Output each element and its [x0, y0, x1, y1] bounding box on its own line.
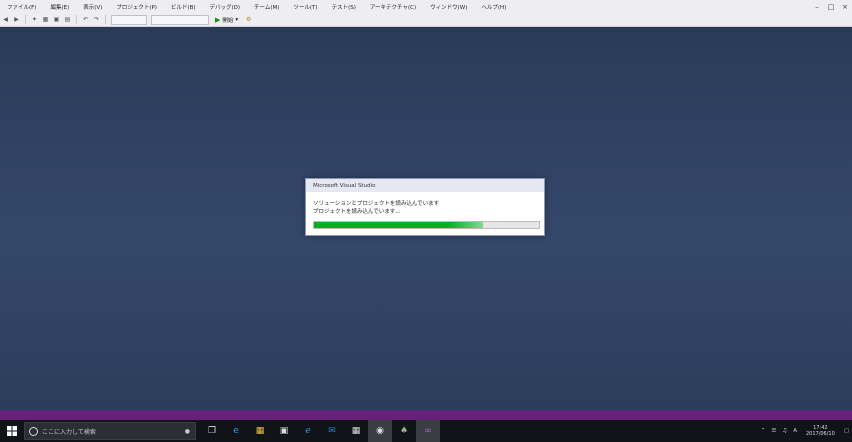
back-icon[interactable]: ◀ [1, 15, 10, 24]
maximize-icon[interactable]: □ [824, 0, 838, 13]
standard-toolbar: ◀ ▶ ✦ ▦ ▣ ▤ ↶ ↷ ▶ 開始 ▾ ⚙ [0, 13, 852, 27]
game-icon[interactable]: ♠ [392, 420, 416, 442]
volume-icon[interactable]: ♫ [782, 428, 787, 434]
progress-bar-fill [314, 222, 483, 228]
ide-workspace: Microsoft Visual Studio ソリューションとプロジェクトを読… [0, 27, 852, 410]
redo-icon[interactable]: ↷ [92, 15, 101, 24]
clock-date: 2017/06/10 [805, 431, 835, 437]
menu-build[interactable]: ビルド(B) [164, 3, 203, 11]
toolbar-divider [25, 15, 26, 24]
solution-config-dropdown[interactable] [111, 14, 147, 25]
menu-debug[interactable]: デバッグ(D) [203, 3, 248, 11]
ime-icon[interactable]: A [793, 428, 797, 434]
menu-architecture[interactable]: アーキテクチャ(C) [363, 3, 423, 11]
progress-bar [313, 221, 540, 229]
play-icon: ▶ [215, 15, 221, 24]
cortana-icon [29, 426, 38, 436]
unreal-engine-icon[interactable]: ◉ [368, 420, 392, 442]
save-all-icon[interactable]: ▤ [63, 15, 72, 24]
search-input[interactable]: ここに入力して検索 ● [24, 422, 196, 440]
chevron-down-icon: ▾ [235, 16, 239, 23]
solution-platform-dropdown[interactable] [151, 14, 209, 25]
task-view-icon[interactable]: ❐ [200, 420, 224, 442]
start-debug-button[interactable]: ▶ 開始 ▾ [215, 16, 238, 24]
new-project-icon[interactable]: ✦ [30, 15, 39, 24]
internet-explorer-icon[interactable]: ℯ [296, 420, 320, 442]
chevron-up-icon[interactable]: ⌃ [761, 428, 766, 434]
menu-edit[interactable]: 編集(E) [43, 3, 76, 11]
forward-icon[interactable]: ▶ [12, 15, 21, 24]
open-icon[interactable]: ▦ [41, 15, 50, 24]
toolbar-divider [105, 15, 106, 24]
microphone-icon[interactable]: ● [185, 428, 190, 435]
menu-tools[interactable]: ツール(T) [286, 3, 324, 11]
menu-view[interactable]: 表示(V) [76, 3, 109, 11]
menu-bar: ファイル(F) 編集(E) 表示(V) プロジェクト(P) ビルド(B) デバッ… [0, 0, 852, 13]
windows-logo-icon [7, 426, 17, 436]
browser-link-icon[interactable]: ⚙ [244, 15, 253, 24]
dialog-status-line: ソリューションとプロジェクトを読み込んでいます [313, 201, 440, 207]
calculator-icon[interactable]: ▦ [344, 420, 368, 442]
undo-icon[interactable]: ↶ [81, 15, 90, 24]
system-tray: ⌃ ☰ ♫ A 17:42 2017/06/10 ▢ [758, 420, 852, 442]
notification-icon[interactable]: ▢ [844, 428, 849, 434]
close-icon[interactable]: × [838, 0, 852, 13]
clock[interactable]: 17:42 2017/06/10 [806, 425, 835, 438]
edge-icon[interactable]: e [224, 420, 248, 442]
minimize-icon[interactable]: – [810, 0, 824, 13]
menu-team[interactable]: チーム(M) [247, 3, 286, 11]
windows-taskbar: ここに入力して検索 ● ❐ e ▦ ▣ ℯ ✉ ▦ ◉ ♠ ∞ ⌃ ☰ ♫ A … [0, 420, 852, 442]
search-placeholder: ここに入力して検索 [42, 428, 96, 436]
start-button[interactable] [0, 420, 24, 442]
network-icon[interactable]: ☰ [771, 428, 776, 434]
start-debug-label: 開始 [222, 17, 234, 24]
dialog-detail-line: プロジェクトを読み込んでいます... [313, 209, 401, 215]
menu-file[interactable]: ファイル(F) [0, 3, 43, 11]
status-bar [0, 410, 852, 420]
window-controls: – □ × [810, 0, 852, 13]
dialog-title: Microsoft Visual Studio [306, 179, 544, 192]
save-icon[interactable]: ▣ [52, 15, 61, 24]
file-explorer-icon[interactable]: ▦ [248, 420, 272, 442]
menu-help[interactable]: ヘルプ(H) [474, 3, 513, 11]
toolbar-divider [76, 15, 77, 24]
loading-dialog: Microsoft Visual Studio ソリューションとプロジェクトを読… [305, 178, 545, 236]
menu-window[interactable]: ウィンドウ(W) [423, 3, 474, 11]
menu-project[interactable]: プロジェクト(P) [109, 3, 164, 11]
store-icon[interactable]: ▣ [272, 420, 296, 442]
visual-studio-icon[interactable]: ∞ [416, 420, 440, 442]
outlook-icon[interactable]: ✉ [320, 420, 344, 442]
menu-test[interactable]: テスト(S) [325, 3, 363, 11]
